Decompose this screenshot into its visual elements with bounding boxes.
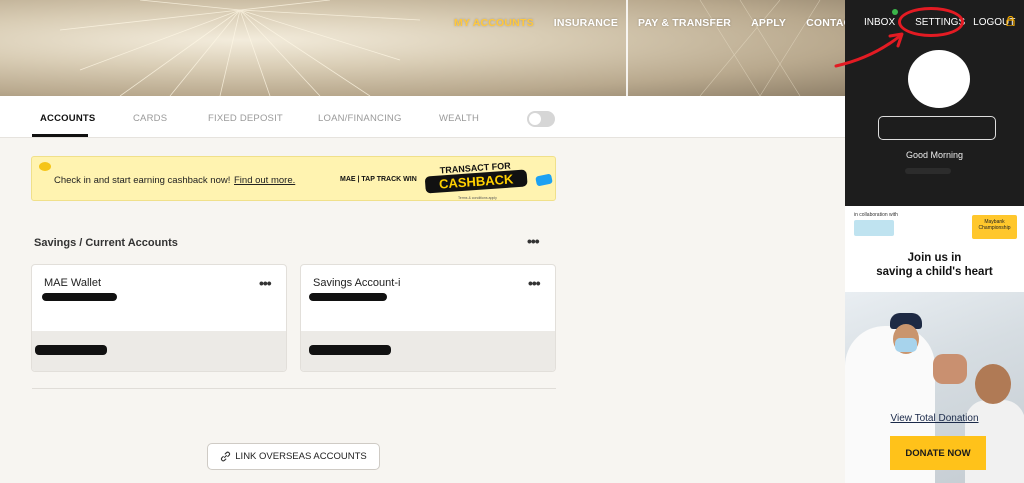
lock-icon xyxy=(1006,16,1015,26)
charity-ad[interactable]: in collaboration with Maybank Championsh… xyxy=(845,206,1024,483)
toggle-knob xyxy=(529,113,541,125)
link-overseas-accounts-button[interactable]: LINK OVERSEAS ACCOUNTS xyxy=(207,443,380,470)
account-name: Savings Account-i xyxy=(313,277,401,289)
balance-visibility-toggle[interactable] xyxy=(527,111,555,127)
account-number-redacted xyxy=(42,293,117,301)
tab-fixed-deposit[interactable]: FIXED DEPOSIT xyxy=(208,113,283,124)
account-number-redacted xyxy=(309,293,387,301)
section-title: Savings / Current Accounts xyxy=(34,237,178,249)
hero-banner xyxy=(0,0,845,96)
greeting-text: Good Morning xyxy=(905,150,964,160)
inbox-link[interactable]: INBOX xyxy=(864,17,895,28)
ad-headline-2: saving a child's heart xyxy=(876,266,993,278)
card-more-icon[interactable]: ••• xyxy=(528,275,541,291)
ad-photo-hands xyxy=(933,354,967,384)
balance-redacted xyxy=(35,345,107,355)
tab-accounts[interactable]: ACCOUNTS xyxy=(40,113,95,124)
tab-cards[interactable]: CARDS xyxy=(133,113,167,124)
tab-wealth[interactable]: WEALTH xyxy=(439,113,479,124)
account-name: MAE Wallet xyxy=(44,277,102,289)
user-name-box xyxy=(878,116,996,140)
card-more-icon[interactable]: ••• xyxy=(259,275,272,291)
account-tabs: ACCOUNTS CARDS FIXED DEPOSIT LOAN/FINANC… xyxy=(0,96,845,138)
inbox-notification-dot xyxy=(892,9,898,15)
hero-divider xyxy=(626,0,628,96)
balance-redacted xyxy=(309,345,391,355)
nav-apply[interactable]: APPLY xyxy=(751,17,786,29)
coin-icon xyxy=(39,162,51,171)
tab-loan-financing[interactable]: LOAN/FINANCING xyxy=(318,113,402,124)
ad-headline-1: Join us in xyxy=(907,252,962,264)
ad-collab-text: in collaboration with xyxy=(854,212,898,218)
cashback-sticker-icon xyxy=(535,173,553,187)
link-overseas-label: LINK OVERSEAS ACCOUNTS xyxy=(235,451,367,462)
ad-photo-child xyxy=(975,364,1011,404)
nav-pay-transfer[interactable]: PAY & TRANSFER xyxy=(638,17,731,29)
cashback-headline: TRANSACT FOR CASHBACK xyxy=(424,159,528,198)
annotation-arrow-icon xyxy=(834,32,904,68)
account-card-mae-wallet[interactable]: MAE Wallet ••• xyxy=(31,264,287,372)
promo-text: Check in and start earning cashback now! xyxy=(54,175,231,186)
greeting-redacted xyxy=(905,168,951,174)
cashback-promo-banner[interactable]: Check in and start earning cashback now!… xyxy=(31,156,556,201)
section-more-icon[interactable]: ••• xyxy=(527,233,540,249)
section-divider xyxy=(32,388,556,389)
partner-logo xyxy=(854,220,894,236)
active-tab-indicator xyxy=(32,134,88,137)
nav-my-accounts[interactable]: MY ACCOUNTS xyxy=(454,17,534,29)
ad-photo-mask xyxy=(895,338,917,352)
view-donation-link[interactable]: View Total Donation xyxy=(845,413,1024,424)
nav-insurance[interactable]: INSURANCE xyxy=(554,17,618,29)
account-card-savings[interactable]: Savings Account-i ••• xyxy=(300,264,556,372)
promo-terms: Terms & conditions apply xyxy=(458,196,497,200)
link-icon xyxy=(221,451,231,462)
sponsor-logo: Maybank Championship xyxy=(972,215,1017,239)
find-out-more-link[interactable]: Find out more. xyxy=(234,175,295,186)
top-nav: MY ACCOUNTS INSURANCE PAY & TRANSFER APP… xyxy=(454,17,896,29)
dandelion-decoration xyxy=(59,0,821,96)
donate-now-button[interactable]: DONATE NOW xyxy=(890,436,986,470)
mae-badge: MAE | TAP TRACK WIN xyxy=(340,176,417,183)
avatar xyxy=(908,50,970,108)
